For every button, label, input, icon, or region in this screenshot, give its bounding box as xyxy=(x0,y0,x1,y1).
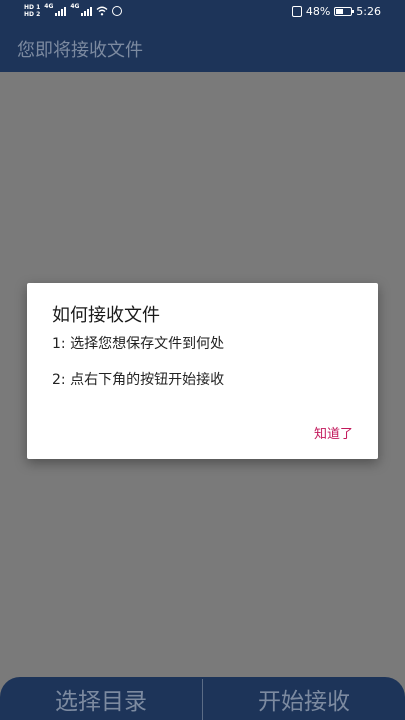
app-bar: 您即将接收文件 xyxy=(0,22,405,72)
dialog-step-2: 2: 点右下角的按钮开始接收 xyxy=(52,372,225,388)
network-type-1: 4G xyxy=(44,3,54,10)
how-to-receive-dialog: 如何接收文件 1: 选择您想保存文件到何处 2: 点右下角的按钮开始接收 知道了 xyxy=(27,283,378,459)
signal-icon xyxy=(55,6,67,16)
battery-fill xyxy=(336,8,344,14)
wifi-icon xyxy=(97,6,108,16)
status-bar: HD 1 HD 2 4G 4G 48% 5:26 xyxy=(0,0,405,22)
status-left-icons: HD 1 HD 2 4G 4G xyxy=(24,3,123,19)
vibrate-icon xyxy=(291,5,302,17)
clock: 5:26 xyxy=(356,4,381,18)
status-right-icons: 48% 5:26 xyxy=(291,3,381,19)
got-it-button[interactable]: 知道了 xyxy=(314,423,353,442)
start-receive-button[interactable]: 开始接收 xyxy=(203,677,405,720)
signal-icon-2 xyxy=(81,6,93,16)
battery-percent: 48% xyxy=(305,4,331,18)
sim1-label: HD 1 xyxy=(24,4,41,11)
battery-icon xyxy=(334,6,355,16)
dialog-step-1: 1: 选择您想保存文件到何处 xyxy=(52,336,225,352)
select-directory-button[interactable]: 选择目录 xyxy=(0,677,202,720)
sim2-label: HD 2 xyxy=(24,11,41,18)
dialog-title: 如何接收文件 xyxy=(52,305,160,326)
sim-indicators: HD 1 HD 2 xyxy=(24,4,40,18)
network-type-2: 4G xyxy=(70,3,80,10)
bottom-action-bar: 选择目录 开始接收 xyxy=(0,677,405,720)
alarm-icon xyxy=(112,6,123,16)
page-title: 您即将接收文件 xyxy=(17,40,143,61)
